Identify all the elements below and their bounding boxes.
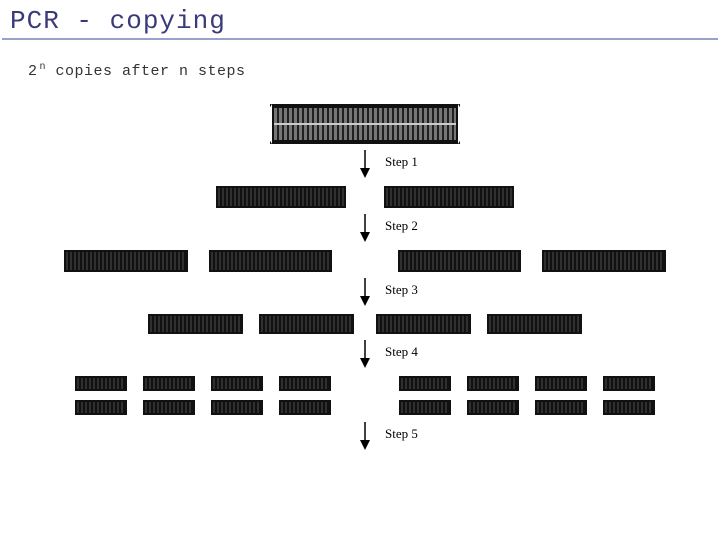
subtitle-rest: copies after n steps [46, 63, 246, 80]
dna-fragment [535, 400, 587, 415]
slide-title: PCR - copying [0, 0, 720, 38]
dna-fragment [143, 376, 195, 391]
subtitle-base: 2 [28, 63, 38, 80]
dna-double-strand [270, 104, 460, 144]
arrow-step-3: Step 3 [353, 278, 377, 306]
step-label-3: Step 3 [385, 282, 418, 298]
dna-fragment [603, 376, 655, 391]
arrow-step-4: Step 4 [353, 340, 377, 368]
step-label-5: Step 5 [385, 426, 418, 442]
dna-fragment [535, 376, 587, 391]
dna-fragment [399, 400, 451, 415]
dna-fragment [64, 250, 188, 272]
step-label-2: Step 2 [385, 218, 418, 234]
dna-fragment [467, 400, 519, 415]
step-label-1: Step 1 [385, 154, 418, 170]
dna-fragment [75, 376, 127, 391]
dna-fragment [143, 400, 195, 415]
dna-fragment [279, 376, 331, 391]
step-label-4: Step 4 [385, 344, 418, 360]
dna-fragment [398, 250, 522, 272]
dna-fragment [148, 314, 243, 334]
arrow-step-2: Step 2 [353, 214, 377, 242]
dna-fragment [376, 314, 471, 334]
dna-fragment [487, 314, 582, 334]
dna-fragment [467, 376, 519, 391]
dna-fragment [259, 314, 354, 334]
dna-fragment [211, 400, 263, 415]
dna-fragment [216, 186, 346, 208]
dna-fragment [542, 250, 666, 272]
pcr-diagram: Step 1 Step 2 Step 3 Step 4 [60, 100, 670, 526]
dna-fragment [399, 376, 451, 391]
dna-fragment [75, 400, 127, 415]
slide-subtitle: 2n copies after n steps [0, 40, 720, 80]
arrow-step-1: Step 1 [353, 150, 377, 178]
dna-fragment [279, 400, 331, 415]
dna-fragment [603, 400, 655, 415]
dna-fragment [209, 250, 333, 272]
arrow-step-5: Step 5 [353, 422, 377, 450]
dna-fragment [211, 376, 263, 391]
dna-fragment [384, 186, 514, 208]
